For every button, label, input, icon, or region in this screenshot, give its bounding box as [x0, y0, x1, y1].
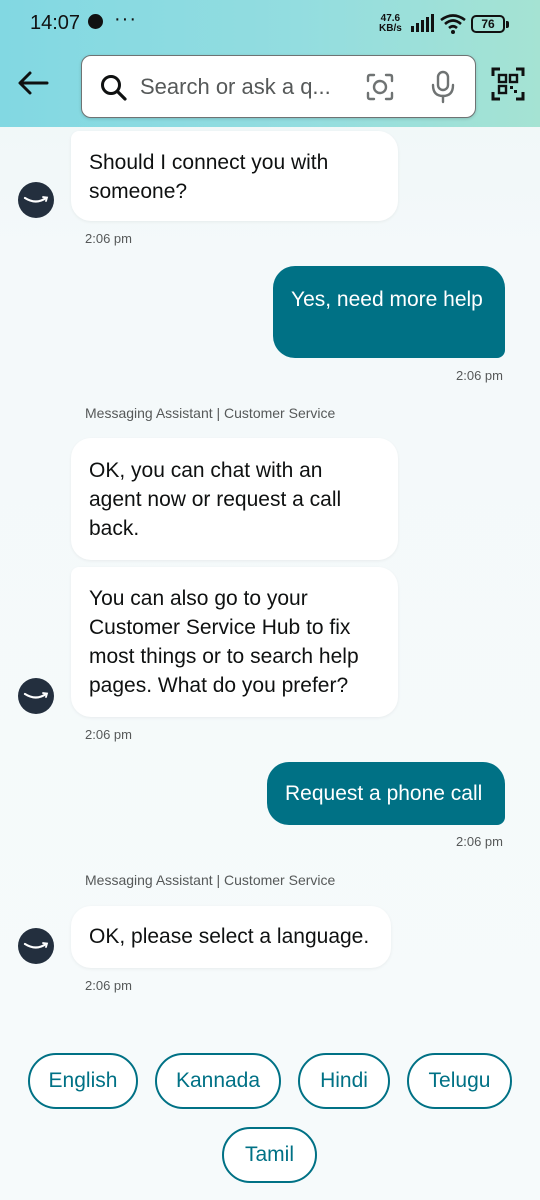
- quick-reply-tamil[interactable]: Tamil: [222, 1127, 317, 1183]
- amazon-smile-icon: [23, 942, 49, 949]
- back-arrow-icon: [18, 71, 49, 95]
- user-message-bubble: Request a phone call: [267, 762, 505, 825]
- amazon-smile-icon: [23, 692, 49, 699]
- cellular-signal-icon: [411, 14, 434, 32]
- quick-reply-telugu[interactable]: Telugu: [407, 1053, 512, 1109]
- sender-label: Messaging Assistant | Customer Service: [85, 872, 336, 888]
- message-timestamp: 2:06 pm: [456, 834, 503, 849]
- amazon-smile-icon: [23, 196, 49, 203]
- bot-message-bubble: Should I connect you with someone?: [71, 131, 398, 221]
- assistant-avatar: [18, 928, 54, 964]
- bot-message-bubble: You can also go to your Customer Service…: [71, 567, 398, 717]
- user-message-text: Yes, need more help: [291, 288, 483, 311]
- wifi-icon: [440, 14, 466, 34]
- quick-reply-hindi[interactable]: Hindi: [298, 1053, 390, 1109]
- user-message-text: Request a phone call: [285, 782, 483, 805]
- search-icon: [101, 75, 127, 101]
- quick-reply-english[interactable]: English: [28, 1053, 138, 1109]
- qr-scan-icon[interactable]: [491, 67, 525, 101]
- status-bar: 14:07 ··· 47.6 KB/s 76: [0, 0, 540, 48]
- notification-dot-icon: [88, 14, 103, 29]
- back-button[interactable]: [14, 64, 52, 102]
- camera-lens-icon[interactable]: [366, 73, 394, 101]
- quick-reply-kannada[interactable]: Kannada: [155, 1053, 281, 1109]
- status-time: 14:07: [30, 12, 81, 34]
- assistant-avatar: [18, 678, 54, 714]
- assistant-avatar: [18, 182, 54, 218]
- user-message-bubble: Yes, need more help: [273, 266, 505, 358]
- network-speed-unit: KB/s: [379, 23, 402, 34]
- message-timestamp: 2:06 pm: [85, 978, 132, 993]
- bot-message-text: You can also go to your Customer Service…: [89, 587, 359, 697]
- bot-message-bubble: OK, please select a language.: [71, 906, 391, 968]
- search-input[interactable]: [140, 72, 340, 102]
- bot-message-bubble: OK, you can chat with an agent now or re…: [71, 438, 398, 560]
- microphone-icon[interactable]: [430, 70, 456, 104]
- more-notifications-icon: ···: [114, 8, 137, 30]
- message-timestamp: 2:06 pm: [456, 368, 503, 383]
- bot-message-text: Should I connect you with someone?: [89, 151, 329, 203]
- bot-message-text: OK, please select a language.: [89, 925, 370, 948]
- app-header: 14:07 ··· 47.6 KB/s 76: [0, 0, 540, 127]
- sender-label: Messaging Assistant | Customer Service: [85, 405, 336, 421]
- message-timestamp: 2:06 pm: [85, 231, 132, 246]
- battery-indicator: 76: [471, 15, 509, 33]
- network-speed: 47.6 KB/s: [379, 14, 402, 34]
- bot-message-text: OK, you can chat with an agent now or re…: [89, 459, 342, 540]
- search-bar[interactable]: [81, 55, 476, 118]
- message-timestamp: 2:06 pm: [85, 727, 132, 742]
